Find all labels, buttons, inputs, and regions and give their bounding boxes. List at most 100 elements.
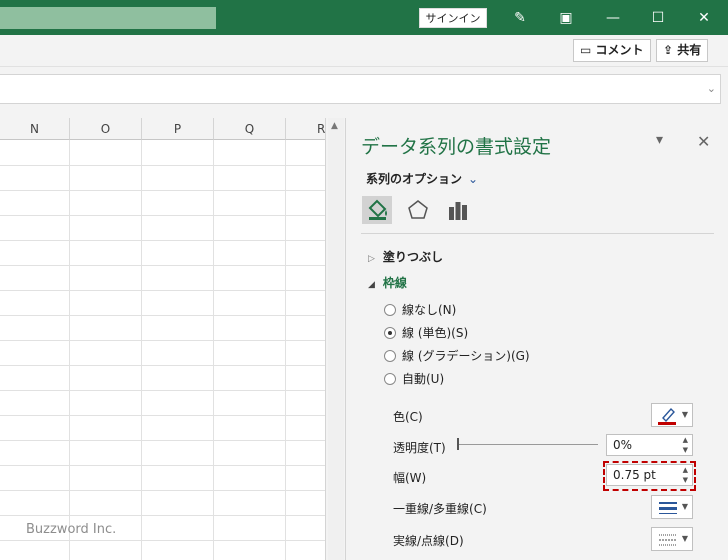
comment-label: コメント (595, 43, 644, 57)
grid-row-line (0, 465, 325, 466)
dash-style-icon (659, 534, 677, 546)
pane-close-icon[interactable]: ✕ (697, 132, 710, 151)
radio-gradient-line[interactable]: 線 (グラデーション)(G) (384, 348, 530, 364)
watermark: Buzzword Inc. (26, 522, 117, 537)
grid-row-line (0, 490, 325, 491)
scroll-up-icon[interactable]: ▲ (331, 121, 338, 131)
transparency-label: 透明度(T) (393, 441, 446, 455)
grid-row-line (0, 540, 325, 541)
close-window-icon[interactable]: ✕ (694, 8, 714, 28)
grid-row-line (0, 515, 325, 516)
share-label: 共有 (677, 43, 702, 57)
ribbon-bar: ▭ コメント ⇪ 共有 (0, 35, 728, 67)
format-pane: データ系列の書式設定 ▾ ✕ 系列のオプション ⌄ ▷ 塗りつぶし ◢ 枠線 線なし(… (345, 118, 728, 560)
grid-row-line (0, 265, 325, 266)
expand-triangle-icon: ▷ (368, 254, 375, 264)
ribbon-display-icon[interactable]: ▣ (556, 8, 576, 28)
radio-no-line[interactable]: 線なし(N) (384, 302, 456, 318)
radio-circle (384, 373, 396, 385)
radio-label: 線 (単色)(S) (402, 326, 469, 340)
chevron-down-icon: ▼ (681, 534, 688, 543)
expand-chevron-icon[interactable]: ⌄ (707, 82, 716, 95)
color-picker-button[interactable]: ▼ (651, 403, 693, 427)
bar-chart-icon (449, 202, 467, 220)
pen-icon[interactable]: ✎ (510, 8, 530, 28)
chevron-down-icon: ▼ (681, 410, 688, 419)
grid-row-line (0, 190, 325, 191)
line-weight-icon (659, 502, 677, 514)
grid-row-line (0, 215, 325, 216)
search-box[interactable] (0, 7, 216, 29)
grid-row-line (0, 440, 325, 441)
chevron-down-icon: ⌄ (468, 172, 479, 186)
column-header-p[interactable]: P (142, 118, 214, 140)
radio-automatic[interactable]: 自動(U) (384, 371, 444, 387)
width-value: 0.75 pt (613, 468, 656, 482)
grid-row-line (0, 290, 325, 291)
fill-section-label: 塗りつぶし (382, 250, 444, 264)
grid-row-line (0, 165, 325, 166)
vertical-scrollbar[interactable]: ▲ (328, 118, 344, 560)
color-label: 色(C) (393, 410, 423, 424)
maximize-icon[interactable]: ☐ (648, 8, 668, 28)
collapse-triangle-icon: ◢ (368, 280, 375, 290)
radio-label: 自動(U) (402, 372, 445, 386)
spinner-arrows-icon[interactable]: ▲ ▼ (683, 435, 688, 455)
grid-row-line (0, 365, 325, 366)
pane-options-icon[interactable]: ▾ (656, 132, 663, 148)
width-label: 幅(W) (393, 471, 427, 485)
radio-label: 線なし(N) (402, 303, 457, 317)
formula-bar[interactable]: ⌄ (0, 74, 721, 104)
radio-circle-selected (384, 327, 396, 339)
transparency-value: 0% (613, 438, 633, 452)
dash-type-label: 実線/点線(D) (393, 534, 464, 548)
radio-circle (384, 350, 396, 362)
series-options-tab[interactable] (443, 196, 473, 224)
spinner-arrows-icon[interactable]: ▲ ▼ (683, 465, 688, 485)
transparency-slider-handle[interactable] (457, 438, 459, 450)
width-input[interactable]: 0.75 pt ▲ ▼ (606, 464, 693, 486)
pentagon-icon (408, 200, 428, 219)
series-options-label: 系列のオプション (366, 172, 463, 186)
transparency-slider-track[interactable] (458, 444, 598, 445)
spreadsheet-grid[interactable]: N O P Q R (0, 118, 326, 560)
comment-button[interactable]: ▭ コメント (573, 39, 651, 62)
effects-tab[interactable] (403, 196, 433, 224)
grid-row-line (0, 315, 325, 316)
grid-line (285, 140, 286, 560)
fill-line-tab[interactable] (362, 196, 392, 224)
pen-color-icon (658, 407, 676, 425)
share-icon: ⇪ (663, 43, 674, 57)
series-options-dropdown[interactable]: 系列のオプション ⌄ (366, 170, 478, 187)
pane-title: データ系列の書式設定 (361, 136, 552, 158)
column-header-n[interactable]: N (0, 118, 70, 140)
column-header-q[interactable]: Q (214, 118, 286, 140)
grid-row-line (0, 390, 325, 391)
column-header-r[interactable]: R (286, 118, 325, 140)
grid-line (141, 140, 142, 560)
comment-icon: ▭ (580, 43, 592, 57)
paint-bucket-icon (368, 199, 387, 220)
radio-circle (384, 304, 396, 316)
chevron-down-icon: ▼ (681, 502, 688, 511)
minimize-icon[interactable]: — (603, 8, 623, 28)
share-button[interactable]: ⇪ 共有 (656, 39, 709, 62)
radio-label: 線 (グラデーション)(G) (402, 349, 530, 363)
line-section-header[interactable]: ◢ 枠線 (368, 274, 407, 291)
fill-section-header[interactable]: ▷ 塗りつぶし (368, 248, 443, 265)
grid-row-line (0, 340, 325, 341)
grid-line (69, 140, 70, 560)
compound-type-button[interactable]: ▼ (651, 495, 693, 519)
line-section-label: 枠線 (382, 276, 407, 290)
column-header-o[interactable]: O (70, 118, 142, 140)
transparency-input[interactable]: 0% ▲ ▼ (606, 434, 693, 456)
compound-type-label: 一重線/多重線(C) (393, 502, 487, 516)
title-bar: サインイン ✎ ▣ — ☐ ✕ (0, 0, 728, 35)
grid-line (213, 140, 214, 560)
divider (361, 233, 714, 234)
grid-row-line (0, 240, 325, 241)
grid-row-line (0, 415, 325, 416)
dash-type-button[interactable]: ▼ (651, 527, 693, 551)
signin-button[interactable]: サインイン (419, 8, 487, 28)
radio-solid-line[interactable]: 線 (単色)(S) (384, 325, 468, 341)
